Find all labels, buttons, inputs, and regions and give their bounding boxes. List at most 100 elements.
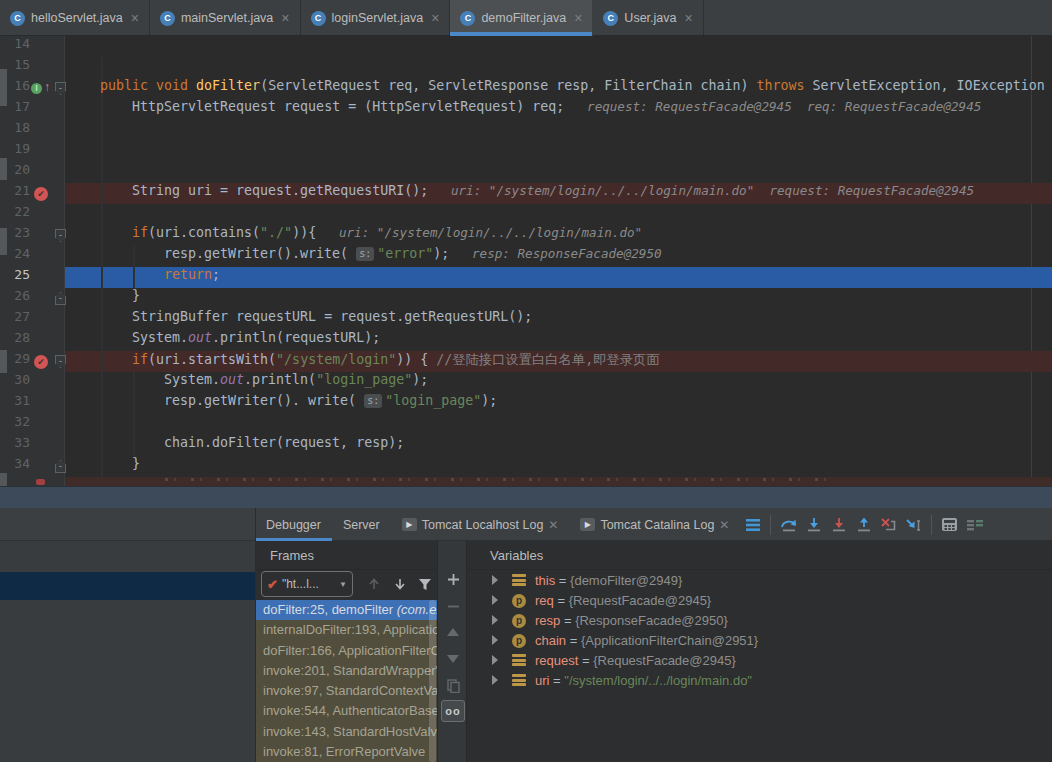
editor-tab-mainServlet.java[interactable]: CmainServlet.java× (150, 0, 301, 36)
filter-frames-icon[interactable] (415, 571, 435, 597)
expand-arrow-icon[interactable] (492, 635, 498, 645)
indent-guide (133, 246, 135, 288)
debug-tab-Tomcat Catalina Log[interactable]: ▶Tomcat Catalina Log✕ (569, 508, 740, 541)
tab-label: User.java (624, 11, 676, 25)
frame-up-button[interactable] (364, 571, 384, 597)
code-editor[interactable]: 141516I↑-public void doFilter(ServletReq… (0, 36, 1052, 486)
override-arrow-icon[interactable]: ↑ (44, 80, 50, 94)
code-text: resp.getWriter(). write( s:"login_page")… (164, 393, 497, 414)
debug-tab-Server[interactable]: Server (332, 508, 391, 541)
fold-marker[interactable]: - (55, 229, 66, 242)
parameter-icon: p (512, 594, 526, 608)
code-line-34: 34-} (0, 456, 1052, 477)
class-icon: C (10, 11, 25, 26)
line-number: 25 (0, 267, 30, 288)
close-icon[interactable]: × (431, 10, 439, 26)
drop-frame-icon[interactable] (879, 515, 899, 535)
move-up-button[interactable] (438, 628, 468, 636)
step-out-icon[interactable] (854, 515, 874, 535)
class-icon: C (160, 11, 175, 26)
close-icon[interactable]: × (281, 10, 289, 26)
expand-arrow-icon[interactable] (492, 595, 498, 605)
code-text: if(uri.startsWith("/system/login")) { //… (132, 351, 660, 372)
run-to-cursor-icon[interactable] (904, 515, 924, 535)
parameter-icon: p (512, 614, 526, 628)
expand-arrow-icon[interactable] (492, 575, 498, 585)
frame-row[interactable]: doFilter:25, demoFilter (com.example. (256, 600, 437, 620)
selection-bar (0, 572, 255, 600)
expand-arrow-icon[interactable] (492, 675, 498, 685)
expand-arrow-icon[interactable] (492, 655, 498, 665)
variable-row-uri[interactable]: uri = "/system/login/../../login/main.do… (467, 671, 1052, 691)
add-watch-button[interactable] (438, 573, 468, 586)
frame-row[interactable]: invoke:143, StandardHostValve (256, 722, 437, 742)
fold-marker[interactable]: - (55, 82, 66, 95)
force-step-into-icon[interactable] (829, 515, 849, 535)
gutter-mark (0, 473, 7, 486)
editor-tab-demoFilter.java[interactable]: CdemoFilter.java× (450, 0, 593, 36)
step-over-icon[interactable] (779, 515, 799, 535)
breakpoint-icon[interactable]: ✔ (34, 355, 48, 369)
equals-sign: = (566, 633, 581, 648)
gutter-mark (0, 350, 7, 373)
step-into-icon[interactable] (804, 515, 824, 535)
variable-value: "/system/login/../../login/main.do" (564, 673, 752, 688)
divider (256, 569, 437, 570)
variable-row-req[interactable]: preq = {RequestFacade@2945} (467, 591, 1052, 611)
line-number: 14 (0, 36, 30, 57)
equals-sign: = (555, 573, 570, 588)
frame-text: doFilter:166, ApplicationFilterChain (263, 643, 437, 658)
editor-tab-User.java[interactable]: CUser.java× (593, 0, 703, 36)
variable-row-resp[interactable]: presp = {ResponseFacade@2950} (467, 611, 1052, 631)
close-icon[interactable]: ✕ (719, 518, 729, 532)
variable-row-request[interactable]: request = {RequestFacade@2945} (467, 651, 1052, 671)
move-down-button[interactable] (438, 655, 468, 663)
editor-tab-helloServlet.java[interactable]: ChelloServlet.java× (0, 0, 150, 36)
debug-tab-Debugger[interactable]: Debugger (255, 508, 332, 541)
frame-row[interactable]: invoke:201, StandardWrapperValve (256, 661, 437, 681)
hamburger-icon[interactable] (743, 515, 763, 535)
implementing-method-icon[interactable]: I (31, 83, 42, 94)
fold-marker[interactable]: - (55, 292, 66, 305)
code-line-28: 28System.out.println(requestURL); (0, 330, 1052, 351)
remove-watch-button[interactable] (438, 600, 468, 613)
watches-toggle-button[interactable]: oo (441, 700, 465, 722)
editor-tab-loginServlet.java[interactable]: CloginServlet.java× (301, 0, 451, 36)
evaluate-icon[interactable] (940, 515, 960, 535)
code-text: return; (164, 267, 220, 288)
code-text: System.out.println(requestURL); (132, 330, 380, 351)
duplicate-button[interactable] (438, 679, 468, 693)
close-icon[interactable]: × (574, 10, 582, 26)
console-icon: ▶ (402, 518, 417, 531)
frame-row[interactable]: doFilter:166, ApplicationFilterChain (256, 641, 437, 661)
frames-scrollbar[interactable] (429, 600, 436, 762)
frame-text: invoke:97, StandardContextValve (263, 683, 437, 698)
debugger-inline-hint: resp: ResponseFacade@2950 (449, 246, 661, 261)
layout-icon[interactable] (965, 515, 985, 535)
tab-label: loginServlet.java (332, 11, 424, 25)
thread-selector[interactable]: ✔ "ht...l... ▼ (261, 571, 353, 597)
close-icon[interactable]: × (684, 10, 692, 26)
toolbar-separator (770, 515, 771, 535)
variable-row-this[interactable]: this = {demoFilter@2949} (467, 571, 1052, 591)
expand-arrow-icon[interactable] (492, 615, 498, 625)
panel-splitter[interactable] (0, 486, 1052, 508)
line-number: 30 (0, 372, 30, 393)
frame-row[interactable]: invoke:544, AuthenticatorBase (256, 701, 437, 721)
code-text: if(uri.contains("./")){ uri: "/system/lo… (132, 225, 642, 246)
debug-tab-Tomcat Localhost Log[interactable]: ▶Tomcat Localhost Log✕ (391, 508, 570, 541)
close-icon[interactable]: × (131, 10, 139, 26)
frame-down-button[interactable] (390, 571, 410, 597)
editor-tab-bar: ChelloServlet.java×CmainServlet.java×Clo… (0, 0, 1052, 36)
code-line-27: 27StringBuffer requestURL = request.getR… (0, 309, 1052, 330)
code-text: public void doFilter(ServletRequest req,… (100, 78, 1052, 99)
breakpoint-icon[interactable]: ✔ (34, 187, 48, 201)
fold-marker[interactable]: - (55, 460, 66, 473)
variable-row-chain[interactable]: pchain = {ApplicationFilterChain@2951} (467, 631, 1052, 651)
code-line-26: 26-} (0, 288, 1052, 309)
frame-row[interactable]: invoke:97, StandardContextValve (256, 681, 437, 701)
frame-row[interactable]: internalDoFilter:193, ApplicationFilterC… (256, 620, 437, 640)
close-icon[interactable]: ✕ (548, 518, 558, 532)
code-text: chain.doFilter(request, resp); (164, 435, 404, 456)
frame-row[interactable]: invoke:81, ErrorReportValve (256, 742, 437, 762)
